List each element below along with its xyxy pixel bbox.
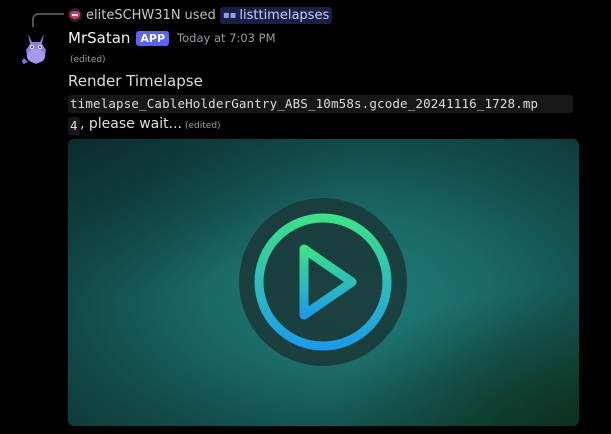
filename-code-line2: 4: [68, 117, 80, 135]
video-attachment[interactable]: [68, 139, 579, 426]
command-name: listtimelapses: [239, 7, 330, 23]
reply-username[interactable]: eliteSCHW31N: [86, 8, 181, 23]
reply-reference[interactable]: eliteSCHW31N used ▪▪ listtimelapses: [68, 6, 333, 24]
slash-command-icon: ▪▪: [222, 9, 237, 21]
filename-code-line1: timelapse_CableHolderGantry_ABS_10m58s.g…: [68, 95, 573, 113]
app-badge: APP: [136, 30, 170, 46]
edited-label: (edited): [70, 55, 106, 65]
reply-avatar[interactable]: [68, 8, 82, 22]
reply-connector-line: [32, 13, 64, 27]
reply-used-label: used: [184, 7, 216, 23]
message-header: MrSatan APP Today at 7:03 PM: [68, 28, 276, 48]
message-timestamp[interactable]: Today at 7:03 PM: [177, 31, 275, 45]
author-name[interactable]: MrSatan: [68, 29, 130, 47]
bot-avatar-icon: [16, 28, 56, 68]
message-line-title: Render Timelapse: [68, 72, 203, 90]
play-icon[interactable]: [238, 197, 408, 367]
message-status-text: , please wait... (edited): [80, 116, 221, 132]
please-wait-text: , please wait...: [80, 116, 182, 132]
edited-inline-label: (edited): [185, 121, 221, 131]
command-mention[interactable]: ▪▪ listtimelapses: [219, 6, 333, 24]
avatar[interactable]: [16, 28, 56, 68]
